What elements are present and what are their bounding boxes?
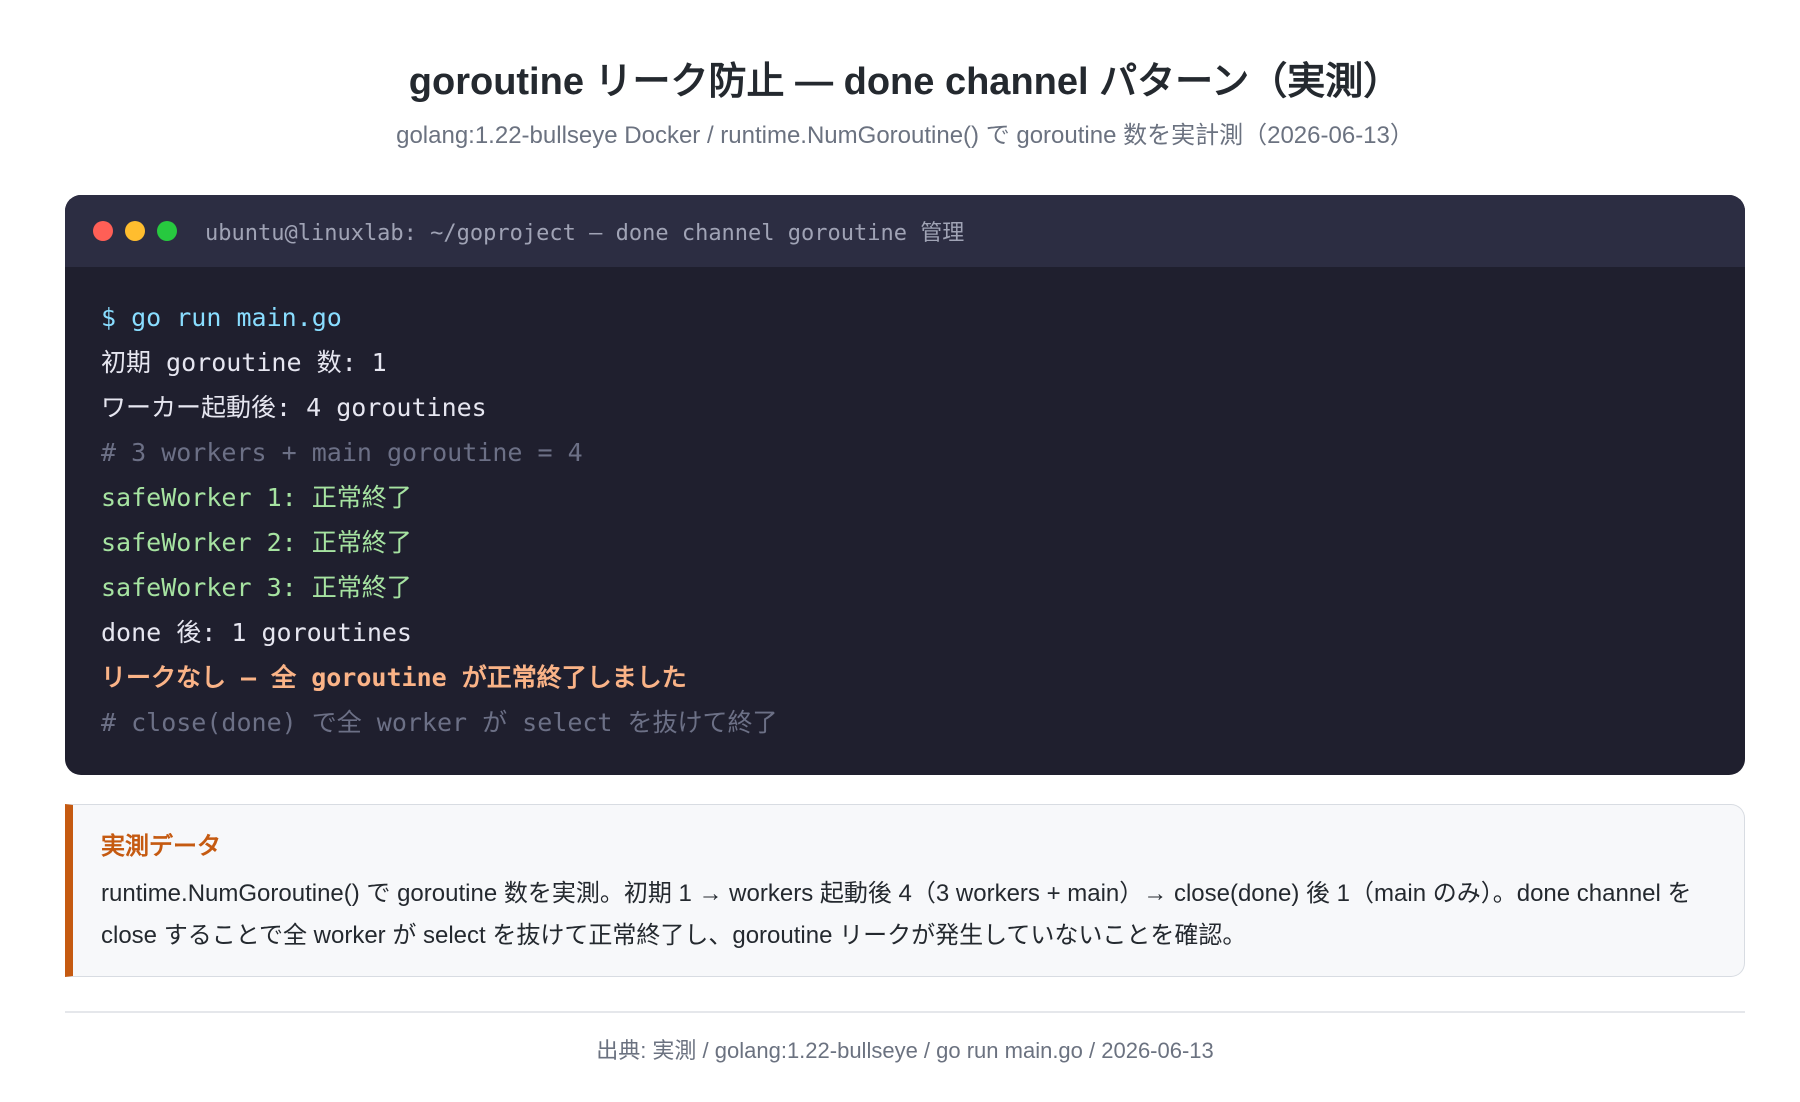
source-footer: 出典: 実測 / golang:1.22-bullseye / go run m… (596, 1038, 1214, 1063)
note-title: 実測データ (101, 833, 221, 860)
maximize-window-dot-icon[interactable] (157, 221, 177, 241)
footer-divider (65, 1011, 1745, 1013)
measurement-note: 実測データ runtime.NumGoroutine() で goroutine… (65, 804, 1745, 977)
close-window-dot-icon[interactable] (93, 221, 113, 241)
page-title: goroutine リーク防止 — done channel パターン（実測） (408, 61, 1402, 103)
minimize-window-dot-icon[interactable] (125, 221, 145, 241)
terminal-title: ubuntu@linuxlab: ~/goproject — done chan… (205, 221, 965, 246)
terminal-line-output: 初期 goroutine 数: 1 (101, 348, 387, 377)
terminal-line-success: safeWorker 3: 正常終了 (101, 573, 412, 602)
terminal-output: $ go run main.go 初期 goroutine 数: 1 ワーカー起… (65, 267, 1745, 745)
terminal-line-output: ワーカー起動後: 4 goroutines (101, 393, 487, 422)
terminal-line-success: safeWorker 2: 正常終了 (101, 528, 412, 557)
terminal-line-success: safeWorker 1: 正常終了 (101, 483, 412, 512)
terminal-line-comment: # close(done) で全 worker が select を抜けて終了 (101, 708, 778, 737)
page-subtitle: golang:1.22-bullseye Docker / runtime.Nu… (396, 122, 1414, 149)
terminal-title-bar: ubuntu@linuxlab: ~/goproject — done chan… (65, 195, 1745, 267)
note-text: runtime.NumGoroutine() で goroutine 数を実測。… (101, 880, 1692, 949)
terminal-line-highlight: リークなし — 全 goroutine が正常終了しました (101, 663, 687, 692)
terminal-window: ubuntu@linuxlab: ~/goproject — done chan… (65, 195, 1745, 775)
page: goroutine リーク防止 — done channel パターン（実測） … (65, 0, 1745, 1102)
terminal-line-comment: # 3 workers + main goroutine = 4 (101, 438, 583, 467)
terminal-line-output: done 後: 1 goroutines (101, 618, 412, 647)
terminal-line-command: $ go run main.go (101, 303, 342, 332)
